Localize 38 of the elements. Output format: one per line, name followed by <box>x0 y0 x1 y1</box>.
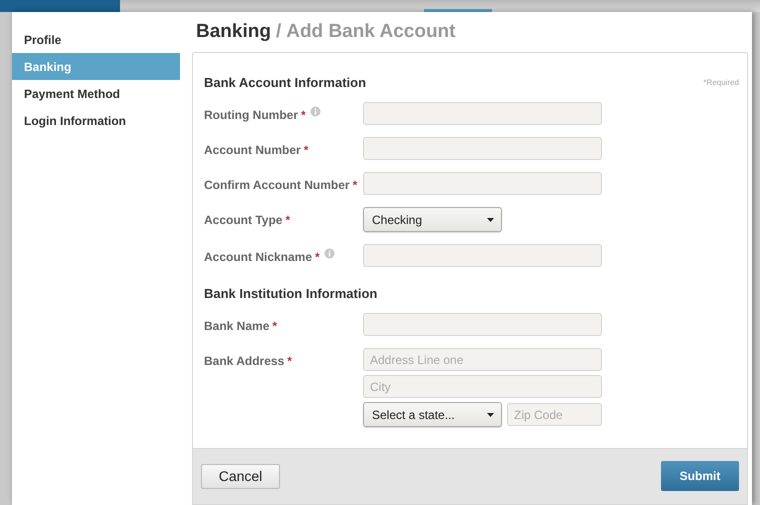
required-marker: * <box>301 107 306 124</box>
required-marker: * <box>285 212 290 229</box>
input-field[interactable] <box>363 244 602 267</box>
cancel-button[interactable]: Cancel <box>201 464 280 489</box>
field-label: Routing Number <box>204 107 298 124</box>
field-label: Account Number <box>204 142 301 159</box>
background-tab-indicator <box>424 9 492 12</box>
field-label: Account Type <box>204 212 282 229</box>
field-label: Bank Address <box>204 353 284 370</box>
input-field[interactable] <box>363 172 602 195</box>
input-field[interactable]: Zip Code <box>507 403 602 426</box>
submit-button[interactable]: Submit <box>661 460 739 490</box>
required-marker: * <box>304 142 308 159</box>
input-field[interactable]: City <box>363 375 602 398</box>
sidebar-item[interactable]: Login Information <box>12 107 180 134</box>
section-heading: Bank Institution Information <box>204 285 378 304</box>
required-marker: * <box>315 249 320 266</box>
page-subtitle: Add Bank Account <box>286 20 456 44</box>
required-marker: * <box>352 177 358 194</box>
page-title: Banking <box>196 20 271 44</box>
input-field[interactable] <box>363 137 602 160</box>
field-label: Confirm Account Number <box>204 177 350 194</box>
section-heading: Bank Account Information <box>204 74 366 92</box>
required-note: *Required <box>703 77 739 89</box>
caret-icon <box>487 412 494 416</box>
caret-icon <box>487 218 494 222</box>
field-label: Account Nickname <box>204 249 312 266</box>
input-field[interactable]: Address Line one <box>363 348 602 371</box>
title-separator: / <box>274 20 282 44</box>
sidebar-item[interactable]: Payment Method <box>12 80 180 107</box>
dropdown[interactable]: Select a state... <box>363 402 502 427</box>
sidebar-item[interactable]: Profile <box>12 26 180 53</box>
field-label: Bank Name <box>204 318 270 335</box>
input-field[interactable] <box>363 102 602 125</box>
required-marker: * <box>272 318 278 335</box>
dropdown[interactable]: Checking <box>363 207 502 232</box>
required-marker: * <box>287 353 292 370</box>
input-field[interactable] <box>363 313 602 336</box>
